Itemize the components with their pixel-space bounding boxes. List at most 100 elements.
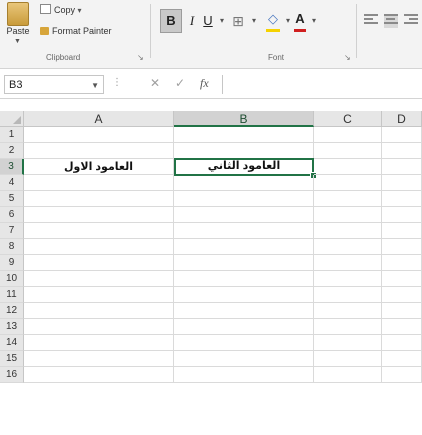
row-header-6[interactable]: 6 (0, 207, 24, 223)
cell-c3[interactable] (314, 159, 382, 175)
cell-a12[interactable] (24, 303, 174, 319)
cell-c8[interactable] (314, 239, 382, 255)
paste-dropdown-icon[interactable]: ▼ (14, 38, 21, 45)
row-header-5[interactable]: 5 (0, 191, 24, 207)
cell-c2[interactable] (314, 143, 382, 159)
cell-b8[interactable] (174, 239, 314, 255)
cell-a7[interactable] (24, 223, 174, 239)
cell-c16[interactable] (314, 367, 382, 383)
row-header-1[interactable]: 1 (0, 127, 24, 143)
cell-b3[interactable]: العامود الثاني (174, 158, 314, 176)
underline-button[interactable]: U (202, 10, 214, 32)
fill-color-icon[interactable]: ◇ (266, 10, 280, 32)
row-header-13[interactable]: 13 (0, 319, 24, 335)
column-header-d[interactable]: D (382, 111, 422, 127)
cell-d12[interactable] (382, 303, 422, 319)
borders-dropdown-icon[interactable]: ▾ (248, 10, 260, 32)
row-header-9[interactable]: 9 (0, 255, 24, 271)
cell-b13[interactable] (174, 319, 314, 335)
row-header-12[interactable]: 12 (0, 303, 24, 319)
cell-a2[interactable] (24, 143, 174, 159)
row-header-15[interactable]: 15 (0, 351, 24, 367)
cell-b6[interactable] (174, 207, 314, 223)
cell-a15[interactable] (24, 351, 174, 367)
copy-button[interactable]: Copy ▾ (40, 4, 82, 15)
cell-b7[interactable] (174, 223, 314, 239)
clipboard-launcher-icon[interactable]: ↘ (137, 53, 144, 62)
cell-a10[interactable] (24, 271, 174, 287)
format-painter-button[interactable]: Format Painter (40, 26, 112, 36)
cell-d7[interactable] (382, 223, 422, 239)
align-right-icon[interactable] (404, 14, 418, 28)
cell-a9[interactable] (24, 255, 174, 271)
cell-a3[interactable]: العامود الاول (24, 159, 174, 175)
cell-c15[interactable] (314, 351, 382, 367)
cell-c11[interactable] (314, 287, 382, 303)
select-all-button[interactable] (0, 111, 24, 127)
cell-d16[interactable] (382, 367, 422, 383)
cell-c7[interactable] (314, 223, 382, 239)
font-launcher-icon[interactable]: ↘ (344, 53, 351, 62)
row-header-16[interactable]: 16 (0, 367, 24, 383)
cell-d9[interactable] (382, 255, 422, 271)
cell-a16[interactable] (24, 367, 174, 383)
formula-bar-grip-icon[interactable]: ⋮ (112, 77, 122, 88)
cell-b2[interactable] (174, 143, 314, 159)
cell-c1[interactable] (314, 127, 382, 143)
row-header-4[interactable]: 4 (0, 175, 24, 191)
cell-d3[interactable] (382, 159, 422, 175)
cell-b11[interactable] (174, 287, 314, 303)
cell-c10[interactable] (314, 271, 382, 287)
cell-d8[interactable] (382, 239, 422, 255)
cell-c6[interactable] (314, 207, 382, 223)
enter-entry-icon[interactable]: ✓ (175, 76, 185, 90)
cell-b5[interactable] (174, 191, 314, 207)
cell-d14[interactable] (382, 335, 422, 351)
cell-c12[interactable] (314, 303, 382, 319)
cell-b16[interactable] (174, 367, 314, 383)
cell-c9[interactable] (314, 255, 382, 271)
underline-dropdown-icon[interactable]: ▾ (216, 10, 228, 32)
align-center-icon[interactable] (384, 14, 398, 28)
cell-d4[interactable] (382, 175, 422, 191)
cell-a11[interactable] (24, 287, 174, 303)
paste-button[interactable]: Paste ▼ (0, 0, 36, 56)
column-header-b[interactable]: B (174, 111, 314, 127)
cell-d1[interactable] (382, 127, 422, 143)
fill-color-dropdown-icon[interactable]: ▾ (282, 10, 294, 32)
align-left-icon[interactable] (364, 14, 378, 28)
cell-a6[interactable] (24, 207, 174, 223)
italic-button[interactable]: I (186, 10, 198, 32)
name-box[interactable]: B3 ▼ (4, 75, 104, 94)
cell-b15[interactable] (174, 351, 314, 367)
row-header-8[interactable]: 8 (0, 239, 24, 255)
cell-a4[interactable] (24, 175, 174, 191)
cell-c5[interactable] (314, 191, 382, 207)
cell-a8[interactable] (24, 239, 174, 255)
cell-d13[interactable] (382, 319, 422, 335)
cell-c14[interactable] (314, 335, 382, 351)
row-header-2[interactable]: 2 (0, 143, 24, 159)
column-header-c[interactable]: C (314, 111, 382, 127)
column-header-a[interactable]: A (24, 111, 174, 127)
font-color-button[interactable]: A (294, 10, 306, 32)
cell-a14[interactable] (24, 335, 174, 351)
borders-icon[interactable]: ⊞ (232, 10, 244, 32)
cell-b14[interactable] (174, 335, 314, 351)
row-header-10[interactable]: 10 (0, 271, 24, 287)
cell-a1[interactable] (24, 127, 174, 143)
row-header-3[interactable]: 3 (0, 159, 24, 175)
cell-d11[interactable] (382, 287, 422, 303)
cell-c4[interactable] (314, 175, 382, 191)
cell-b4[interactable] (174, 175, 314, 191)
cell-d15[interactable] (382, 351, 422, 367)
row-header-7[interactable]: 7 (0, 223, 24, 239)
cell-c13[interactable] (314, 319, 382, 335)
cancel-entry-icon[interactable]: ✕ (150, 76, 160, 90)
cell-b1[interactable] (174, 127, 314, 143)
cell-d10[interactable] (382, 271, 422, 287)
cell-d6[interactable] (382, 207, 422, 223)
row-header-14[interactable]: 14 (0, 335, 24, 351)
cell-a13[interactable] (24, 319, 174, 335)
formula-input[interactable] (222, 75, 420, 94)
